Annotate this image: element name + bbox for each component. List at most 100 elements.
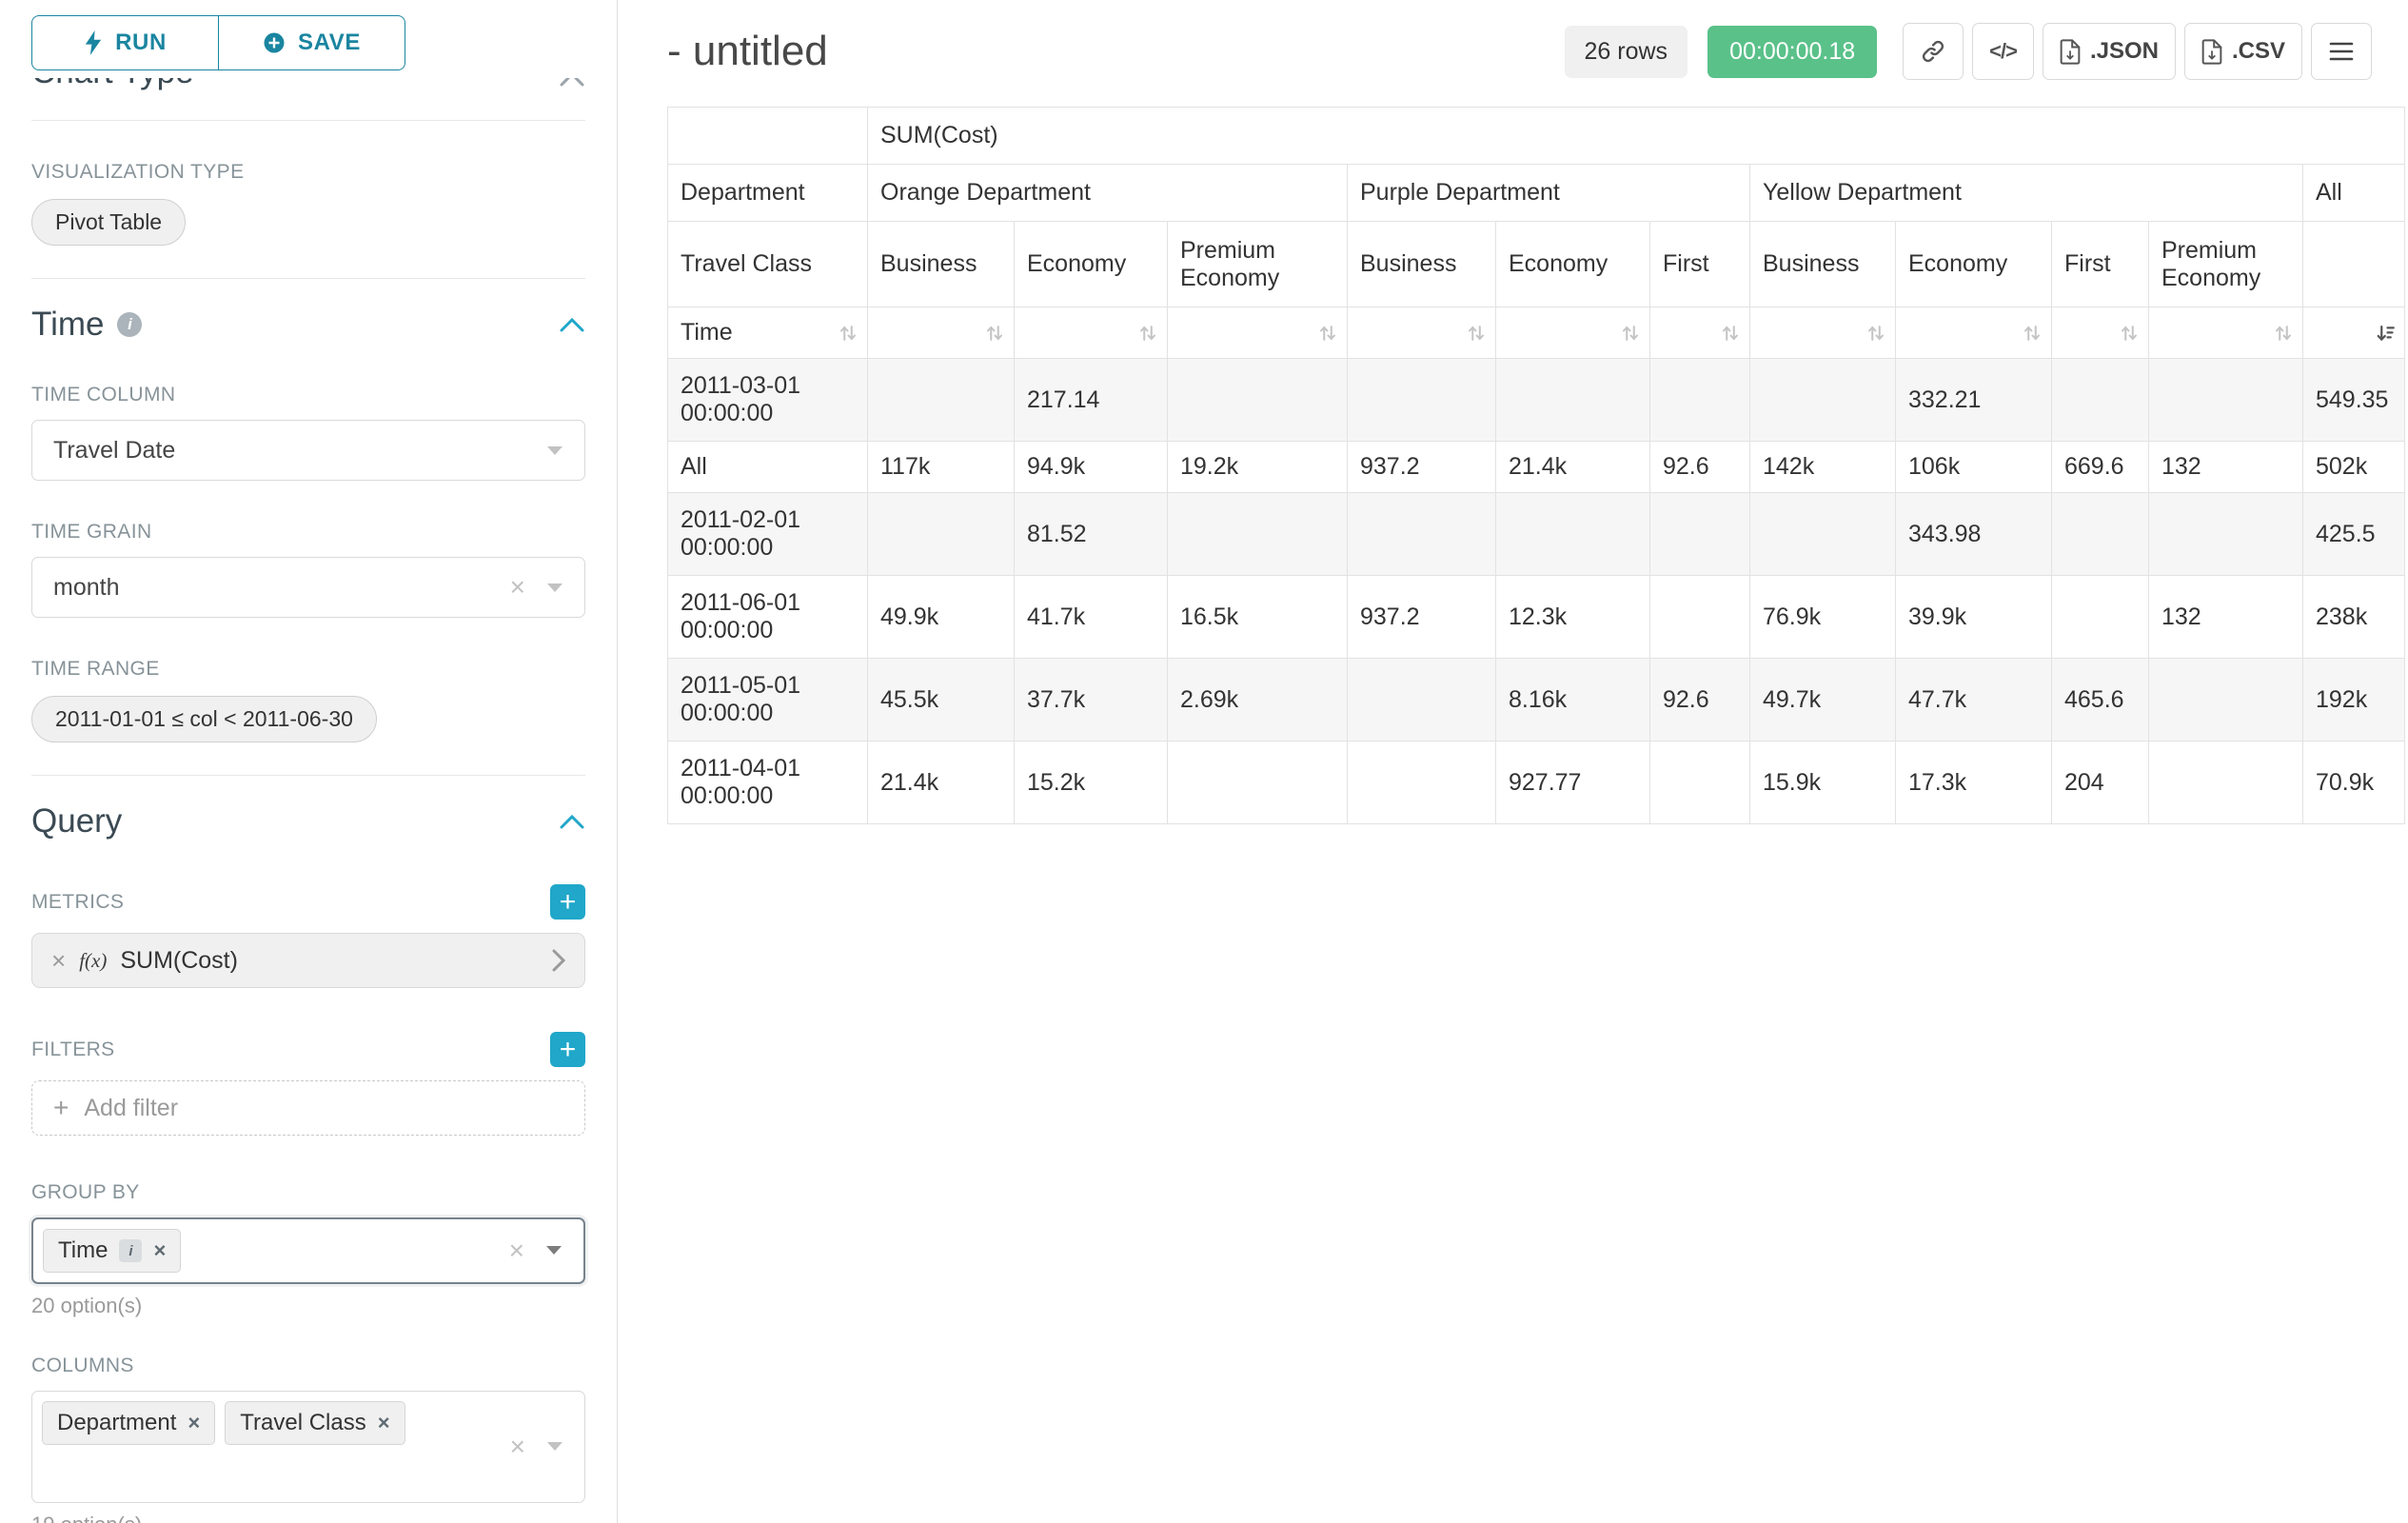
sort-toggle-icon[interactable] — [1866, 324, 1885, 343]
visualization-type-pill[interactable]: Pivot Table — [31, 199, 186, 246]
clear-icon[interactable]: × — [510, 1434, 525, 1460]
remove-tag-icon[interactable]: × — [188, 1413, 200, 1434]
pivot-cell: 37.7k — [1015, 659, 1168, 742]
time-range-pill[interactable]: 2011-01-01 ≤ col < 2011-06-30 — [31, 696, 377, 742]
sort-toggle-icon[interactable] — [1138, 324, 1157, 343]
columns-tag: Travel Class × — [225, 1401, 405, 1445]
sort-toggle-icon[interactable] — [1467, 324, 1486, 343]
row-count-badge: 26 rows — [1565, 26, 1688, 78]
pivot-data-row: 2011-06-01 00:00:0049.9k41.7k16.5k937.21… — [668, 576, 2405, 659]
plus-icon: + — [53, 1095, 69, 1121]
sort-desc-icon[interactable] — [2376, 324, 2395, 343]
pivot-cell: 15.9k — [1750, 742, 1896, 824]
pivot-row-header: 2011-04-01 00:00:00 — [668, 742, 868, 824]
info-icon[interactable]: i — [117, 312, 142, 337]
caret-down-icon — [546, 1441, 563, 1452]
pivot-cell: 192k — [2303, 659, 2405, 742]
pivot-metric-row: SUM(Cost) — [668, 108, 2405, 165]
pivot-department-header: Yellow Department — [1750, 165, 2303, 222]
pivot-sort-cell — [1015, 307, 1168, 359]
remove-metric-icon[interactable]: × — [51, 948, 66, 973]
pivot-sort-cell — [2052, 307, 2149, 359]
sort-toggle-icon[interactable] — [985, 324, 1004, 343]
sort-toggle-icon[interactable] — [1621, 324, 1640, 343]
code-icon: </> — [1989, 39, 2017, 64]
pivot-corner-cell — [668, 108, 868, 165]
pivot-row-header: 2011-02-01 00:00:00 — [668, 493, 868, 576]
pivot-class-header: Economy — [1496, 222, 1650, 307]
run-button[interactable]: RUN — [31, 15, 219, 70]
chevron-up-icon[interactable] — [559, 78, 585, 87]
sort-toggle-icon[interactable] — [2023, 324, 2042, 343]
pivot-cell: 8.16k — [1496, 659, 1650, 742]
pivot-table: SUM(Cost)DepartmentOrange DepartmentPurp… — [667, 107, 2405, 824]
metrics-label-row: METRICS + — [31, 884, 585, 920]
pivot-class-header: First — [1650, 222, 1750, 307]
pivot-cell — [1650, 742, 1750, 824]
pivot-cell: 19.2k — [1168, 442, 1348, 493]
pivot-cell: 45.5k — [868, 659, 1015, 742]
view-query-button[interactable]: </> — [1972, 23, 2034, 80]
columns-tag-label: Department — [57, 1410, 176, 1436]
add-filter-label: Add filter — [84, 1095, 178, 1122]
metric-value: SUM(Cost) — [120, 947, 238, 975]
column-info-icon[interactable]: i — [119, 1239, 142, 1262]
pivot-class-header: Economy — [1015, 222, 1168, 307]
pivot-cell: 70.9k — [2303, 742, 2405, 824]
pivot-cell: 41.7k — [1015, 576, 1168, 659]
clear-icon[interactable]: × — [509, 1237, 524, 1264]
chart-title[interactable]: - untitled — [667, 28, 828, 75]
columns-select[interactable]: Department × Travel Class × × — [31, 1391, 585, 1503]
sort-toggle-icon[interactable] — [839, 324, 858, 343]
pivot-cell — [1168, 493, 1348, 576]
sort-toggle-icon[interactable] — [2274, 324, 2293, 343]
pivot-cell — [1650, 576, 1750, 659]
sort-toggle-icon[interactable] — [1721, 324, 1740, 343]
remove-tag-icon[interactable]: × — [378, 1413, 390, 1434]
pivot-sort-cell — [1750, 307, 1896, 359]
columns-option-count: 19 option(s) — [31, 1513, 585, 1523]
pivot-cell: 76.9k — [1750, 576, 1896, 659]
time-column-select[interactable]: Travel Date — [31, 420, 585, 481]
pivot-cell — [2052, 493, 2149, 576]
add-metric-button[interactable]: + — [550, 884, 585, 920]
pivot-travel-class-label: Travel Class — [668, 222, 868, 307]
pivot-class-header: Business — [1750, 222, 1896, 307]
add-filter-plus-button[interactable]: + — [550, 1032, 585, 1067]
pivot-cell: 927.77 — [1496, 742, 1650, 824]
visualization-type-label: VISUALIZATION TYPE — [31, 161, 585, 184]
query-timer-badge: 00:00:00.18 — [1707, 26, 1877, 78]
pivot-cell — [868, 359, 1015, 442]
add-filter-button[interactable]: + Add filter — [31, 1080, 585, 1136]
metric-option[interactable]: × f(x) SUM(Cost) — [31, 933, 585, 988]
hamburger-menu-icon — [2329, 41, 2354, 62]
pivot-cell — [1650, 493, 1750, 576]
pivot-cell — [1496, 359, 1650, 442]
pivot-department-header: Purple Department — [1348, 165, 1750, 222]
save-button[interactable]: SAVE — [218, 15, 405, 70]
remove-tag-icon[interactable]: × — [153, 1240, 166, 1261]
menu-button[interactable] — [2311, 23, 2372, 80]
collapse-section-icon[interactable] — [559, 317, 585, 333]
divider — [31, 775, 585, 776]
sort-toggle-icon[interactable] — [2120, 324, 2139, 343]
divider — [31, 120, 585, 121]
pivot-sort-cell — [2303, 307, 2405, 359]
export-json-button[interactable]: .JSON — [2043, 23, 2176, 80]
time-grain-select[interactable]: month × — [31, 557, 585, 618]
pivot-cell: 39.9k — [1896, 576, 2052, 659]
collapse-section-icon[interactable] — [559, 814, 585, 830]
chevron-right-icon[interactable] — [552, 949, 565, 972]
clear-icon[interactable]: × — [510, 574, 525, 601]
export-json-label: .JSON — [2090, 38, 2159, 65]
group-by-option-count: 20 option(s) — [31, 1294, 585, 1318]
pivot-sort-cell — [1650, 307, 1750, 359]
group-by-select[interactable]: Time i × × — [31, 1217, 585, 1284]
share-link-button[interactable] — [1903, 23, 1964, 80]
chart-panel: - untitled 26 rows 00:00:00.18 </> — [618, 0, 2408, 1523]
pivot-sort-cell — [1896, 307, 2052, 359]
save-button-label: SAVE — [298, 30, 361, 56]
metrics-label: METRICS — [31, 891, 124, 914]
sort-toggle-icon[interactable] — [1318, 324, 1337, 343]
export-csv-button[interactable]: .CSV — [2184, 23, 2302, 80]
